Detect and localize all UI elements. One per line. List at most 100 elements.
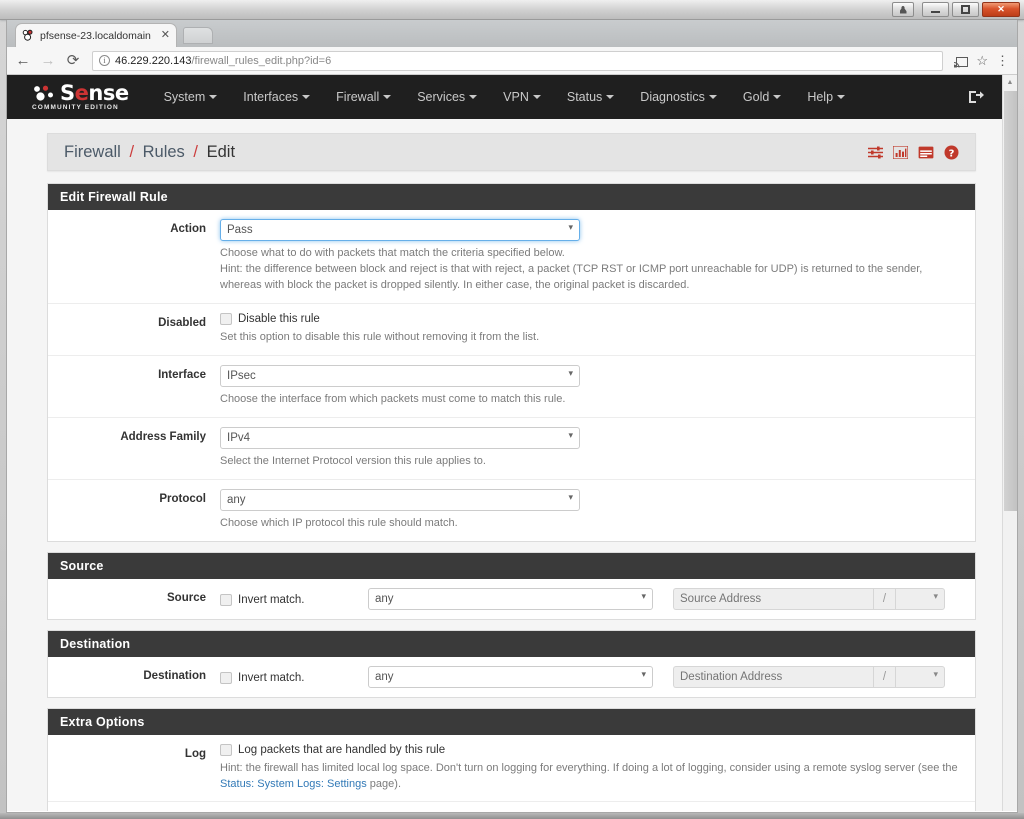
panel-edit-firewall-rule: Edit Firewall Rule Action Pass ▾ Choose … [47, 183, 976, 542]
label-destination: Destination [143, 669, 206, 682]
brand-text: Sense [60, 80, 129, 105]
destination-invert-checkbox[interactable] [220, 672, 232, 685]
label-source: Source [167, 591, 206, 604]
address-bar-url: 46.229.220.143/firewall_rules_edit.php?i… [115, 55, 331, 67]
panel-source: Source Source Invert match. any ▾ Source… [47, 551, 976, 620]
nav-item-services[interactable]: Services [404, 90, 490, 104]
window-user-button[interactable] [892, 2, 914, 17]
nav-label-services: Services [417, 90, 466, 104]
browser-tab[interactable]: pfsense-23.localdomain ✕ [15, 23, 177, 47]
control-interface: IPsec Choose the interface from which pa… [220, 364, 975, 408]
browser-menu-icon[interactable]: ⋮ [996, 54, 1009, 67]
maximize-icon [961, 5, 970, 14]
panel-title-destination: Destination [48, 630, 975, 657]
window-minimize-button[interactable] [922, 2, 949, 17]
label-address-family: Address Family [120, 430, 206, 443]
brand-row: Sense [31, 80, 129, 105]
brand-red: e [74, 80, 89, 105]
destination-address-group: / [673, 665, 945, 688]
page-scrollbar[interactable]: ▲ [1002, 75, 1017, 811]
nav-item-vpn[interactable]: VPN [490, 90, 554, 104]
field-row-description: Description A description may be entered… [48, 802, 975, 811]
chevron-down-icon [773, 95, 782, 99]
destination-address-input[interactable] [673, 665, 873, 688]
field-row-protocol: Protocol any Choose which IP protocol th… [48, 480, 975, 541]
panel-extra-options: Extra Options Log Log packets that are h… [47, 707, 976, 811]
chevron-down-icon [383, 95, 392, 99]
interface-select-wrap: IPsec [220, 364, 580, 387]
help-action: Choose what to do with packets that matc… [220, 246, 963, 294]
address-family-select[interactable]: IPv4 [220, 426, 580, 449]
disable-rule-checkbox[interactable] [220, 312, 232, 325]
new-tab-button[interactable] [183, 27, 213, 44]
reload-button[interactable]: ⟳ [65, 53, 81, 68]
window-maximize-button[interactable] [952, 2, 979, 17]
control-source: Invert match. any / [220, 587, 975, 610]
nav-item-interfaces[interactable]: Interfaces [230, 90, 323, 104]
forward-button[interactable]: → [40, 53, 56, 68]
address-bar[interactable]: i 46.229.220.143/firewall_rules_edit.php… [92, 50, 944, 71]
back-button[interactable]: ← [15, 53, 31, 68]
nav-label-gold: Gold [742, 90, 770, 104]
nav-item-diagnostics[interactable]: Diagnostics [627, 90, 730, 104]
source-invert-row: Invert match. [220, 591, 368, 607]
label-action: Action [170, 223, 206, 235]
pfsense-mark-icon [31, 83, 57, 102]
destination-type-select[interactable]: any [368, 665, 653, 688]
chart-icon[interactable] [893, 145, 908, 159]
nav-label-vpn: VPN [503, 90, 529, 104]
nav-item-gold[interactable]: Gold [730, 90, 794, 104]
window-controls: ✕ [892, 2, 1020, 17]
chevron-down-icon [302, 95, 311, 99]
nav-label-help: Help [807, 90, 834, 104]
browser-tab-title: pfsense-23.localdomain [40, 29, 151, 42]
nav-item-firewall[interactable]: Firewall [323, 90, 404, 104]
log-packets-checkbox[interactable] [220, 743, 232, 756]
system-logs-settings-link[interactable]: Status: System Logs: Settings [220, 778, 367, 790]
nav-label-firewall: Firewall [336, 90, 380, 104]
disable-rule-label: Disable this rule [238, 312, 320, 325]
brand-subtitle: COMMUNITY EDITION [32, 103, 119, 111]
chevron-down-icon [469, 95, 478, 99]
minimize-icon [931, 11, 940, 13]
protocol-select-wrap: any [220, 488, 580, 511]
browser-window: pfsense-23.localdomain ✕ ← → ⟳ i 46.229.… [6, 20, 1018, 813]
page-viewport: Sense COMMUNITY EDITION System Interface… [7, 75, 1017, 811]
window-close-button[interactable]: ✕ [982, 2, 1020, 17]
action-select[interactable]: Pass [220, 219, 580, 241]
action-select-wrap: Pass [220, 219, 580, 241]
scrollbar-thumb[interactable] [1004, 91, 1017, 511]
window-titlebar[interactable]: ✕ [0, 0, 1024, 20]
nav-item-status[interactable]: Status [554, 90, 627, 104]
source-address-input[interactable] [673, 587, 873, 610]
control-protocol: any Choose which IP protocol this rule s… [220, 488, 975, 532]
scroll-up-arrow[interactable]: ▲ [1003, 75, 1017, 90]
protocol-select[interactable]: any [220, 488, 580, 511]
list-icon[interactable] [918, 146, 934, 159]
source-mask-select[interactable] [895, 587, 945, 610]
help-action-line2: Hint: the difference between block and r… [220, 262, 923, 291]
sliders-icon[interactable] [868, 146, 883, 159]
bookmark-star-icon[interactable]: ☆ [976, 54, 988, 67]
logout-icon[interactable] [968, 90, 984, 104]
source-type-select-wrap: any [368, 587, 653, 610]
pfsense-logo[interactable]: Sense COMMUNITY EDITION [31, 80, 129, 111]
source-invert-checkbox[interactable] [220, 594, 232, 607]
control-log: Log packets that are handled by this rul… [220, 743, 975, 793]
site-info-icon[interactable]: i [99, 55, 110, 66]
help-icon[interactable]: ? [944, 145, 959, 160]
breadcrumb-item-firewall[interactable]: Firewall [64, 143, 121, 161]
label-interface: Interface [158, 368, 206, 381]
breadcrumb-item-rules[interactable]: Rules [143, 143, 185, 161]
breadcrumb-bar: Firewall / Rules / Edit ? [47, 133, 976, 171]
cast-icon[interactable] [954, 55, 969, 68]
brand-part2: nse [88, 80, 129, 105]
nav-item-help[interactable]: Help [794, 90, 858, 104]
tab-close-icon[interactable]: ✕ [159, 30, 170, 41]
interface-select[interactable]: IPsec [220, 364, 580, 387]
help-address-family: Select the Internet Protocol version thi… [220, 454, 486, 467]
nav-item-system[interactable]: System [151, 90, 231, 104]
destination-address-slash: / [873, 665, 895, 688]
destination-mask-select[interactable] [895, 665, 945, 688]
source-type-select[interactable]: any [368, 587, 653, 610]
